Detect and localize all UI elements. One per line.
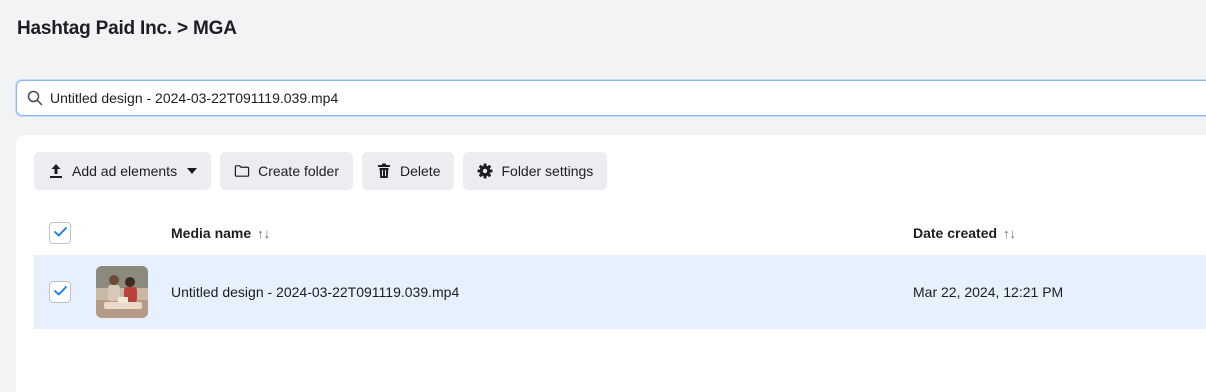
column-header-media-name[interactable]: Media name ↑↓ xyxy=(171,225,270,241)
delete-button[interactable]: Delete xyxy=(362,152,455,190)
checkmark-icon xyxy=(53,283,67,301)
caret-down-icon xyxy=(187,166,198,176)
select-all-checkbox[interactable] xyxy=(49,222,71,244)
media-thumbnail[interactable] xyxy=(96,266,148,318)
checkmark-icon xyxy=(53,224,67,242)
add-ad-elements-button[interactable]: Add ad elements xyxy=(34,152,212,190)
sort-icon[interactable]: ↑↓ xyxy=(257,226,270,241)
column-label: Date created xyxy=(913,225,998,241)
folder-icon xyxy=(234,163,250,179)
delete-label: Delete xyxy=(400,163,441,179)
media-name-cell[interactable]: Untitled design - 2024-03-22T091119.039.… xyxy=(171,284,459,300)
search-icon xyxy=(26,89,44,107)
date-created-cell: Mar 22, 2024, 12:21 PM xyxy=(913,284,1064,300)
page: Hashtag Paid Inc. > MGA Add ad elements xyxy=(0,0,1206,392)
toolbar: Add ad elements Create folder Delete Fol… xyxy=(34,152,608,190)
gear-icon xyxy=(477,163,493,179)
column-header-date-created[interactable]: Date created ↑↓ xyxy=(913,225,1016,241)
sort-icon[interactable]: ↑↓ xyxy=(1003,226,1016,241)
add-ad-elements-label: Add ad elements xyxy=(72,163,178,179)
trash-icon xyxy=(376,163,392,179)
search-input[interactable] xyxy=(50,90,1150,106)
breadcrumb[interactable]: Hashtag Paid Inc. > MGA xyxy=(17,18,237,40)
media-panel: Add ad elements Create folder Delete Fol… xyxy=(16,135,1206,392)
row-checkbox[interactable] xyxy=(49,281,71,303)
search-bar[interactable] xyxy=(16,80,1206,116)
create-folder-button[interactable]: Create folder xyxy=(220,152,354,190)
column-label: Media name xyxy=(171,225,252,241)
folder-settings-label: Folder settings xyxy=(501,163,594,179)
table-header: Media name ↑↓ Date created ↑↓ xyxy=(34,215,1206,251)
upload-icon xyxy=(48,163,64,179)
folder-settings-button[interactable]: Folder settings xyxy=(463,152,608,190)
create-folder-label: Create folder xyxy=(258,163,340,179)
table-row[interactable]: Untitled design - 2024-03-22T091119.039.… xyxy=(34,255,1206,329)
